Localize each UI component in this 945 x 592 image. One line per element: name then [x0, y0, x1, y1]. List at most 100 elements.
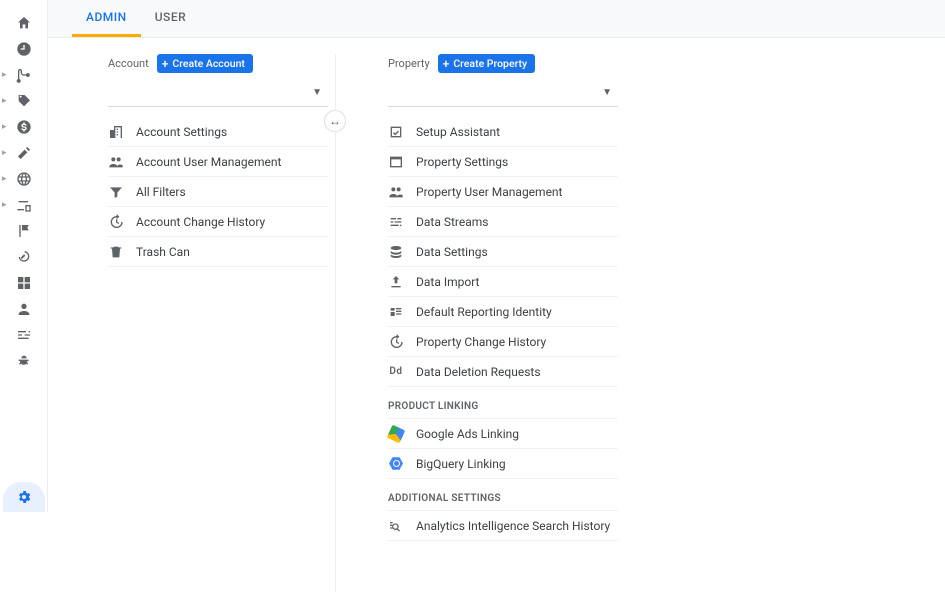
filter-icon	[108, 184, 124, 200]
devices-icon	[16, 197, 32, 213]
property-users-item[interactable]: Property User Management	[388, 177, 618, 207]
data-streams-item[interactable]: Data Streams	[388, 207, 618, 237]
search-history-icon	[388, 518, 404, 534]
item-label: Account Change History	[136, 215, 265, 229]
reporting-identity-item[interactable]: Default Reporting Identity	[388, 297, 618, 327]
item-label: Account User Management	[136, 155, 281, 169]
account-settings-item[interactable]: Account Settings	[108, 117, 328, 147]
bigquery-icon	[388, 456, 404, 472]
property-selector[interactable]: ▼	[388, 79, 618, 107]
data-settings-item[interactable]: Data Settings	[388, 237, 618, 267]
product-linking-menu: Google Ads Linking BigQuery Linking	[388, 419, 618, 479]
nav-conversions[interactable]	[0, 244, 47, 270]
item-label: Property User Management	[416, 185, 562, 199]
nav-engagement[interactable]: ▸	[0, 140, 47, 166]
item-label: All Filters	[136, 185, 186, 199]
dollar-icon	[16, 119, 32, 135]
create-account-label: Create Account	[172, 57, 245, 70]
google-ads-icon	[388, 426, 404, 442]
check-icon	[388, 124, 404, 140]
target-icon	[16, 249, 32, 265]
nav-custom[interactable]	[0, 322, 47, 348]
nav-lifecycle[interactable]: ▸	[0, 62, 47, 88]
tab-admin[interactable]: ADMIN	[72, 0, 141, 37]
nav-tag[interactable]: ▸	[0, 88, 47, 114]
all-filters-item[interactable]: All Filters	[108, 177, 328, 207]
bug-icon	[16, 353, 32, 369]
property-label: Property	[388, 57, 430, 70]
item-label: Trash Can	[136, 245, 190, 259]
flag-icon	[16, 223, 32, 239]
home-icon	[16, 15, 32, 31]
branch-icon	[16, 67, 32, 83]
chevron-icon: ▸	[2, 122, 7, 132]
account-label: Account	[108, 57, 149, 70]
setup-assistant-item[interactable]: Setup Assistant	[388, 117, 618, 147]
people-icon	[388, 184, 404, 200]
admin-tabbar: ADMIN USER	[48, 0, 945, 38]
item-label: Default Reporting Identity	[416, 305, 552, 319]
wand-icon	[16, 145, 32, 161]
property-column-header: Property + Create Property	[388, 54, 618, 73]
chevron-icon: ▸	[2, 70, 7, 80]
chevron-icon: ▸	[2, 96, 7, 106]
history-icon	[388, 334, 404, 350]
plus-icon: +	[443, 58, 450, 70]
chevron-down-icon: ▼	[312, 87, 322, 98]
product-linking-header: PRODUCT LINKING	[388, 387, 618, 419]
data-import-item[interactable]: Data Import	[388, 267, 618, 297]
trash-can-item[interactable]: Trash Can	[108, 237, 328, 267]
account-column: Account + Create Account ▼ Account Setti…	[48, 54, 338, 512]
streams-icon	[388, 214, 404, 230]
nav-audiences[interactable]	[0, 296, 47, 322]
account-column-header: Account + Create Account	[108, 54, 328, 73]
item-label: Property Change History	[416, 335, 546, 349]
item-label: Analytics Intelligence Search History	[416, 519, 610, 533]
nav-monetization[interactable]: ▸	[0, 114, 47, 140]
item-label: Setup Assistant	[416, 125, 500, 139]
item-label: Data Streams	[416, 215, 488, 229]
gear-icon	[16, 489, 32, 505]
nav-home[interactable]	[0, 10, 47, 36]
column-divider	[335, 54, 336, 592]
account-selector[interactable]: ▼	[108, 79, 328, 107]
bigquery-linking-item[interactable]: BigQuery Linking	[388, 449, 618, 479]
item-label: Data Import	[416, 275, 480, 289]
nav-events[interactable]	[0, 218, 47, 244]
identity-icon	[388, 304, 404, 320]
trash-icon	[108, 244, 124, 260]
grid-icon	[16, 275, 32, 291]
google-ads-linking-item[interactable]: Google Ads Linking	[388, 419, 618, 449]
property-settings-item[interactable]: Property Settings	[388, 147, 618, 177]
audience-icon	[16, 301, 32, 317]
chevron-down-icon: ▼	[602, 87, 612, 98]
globe-icon	[16, 171, 32, 187]
collapse-handle[interactable]: ↔	[324, 110, 346, 132]
chevron-icon: ▸	[2, 148, 7, 158]
nav-admin-gear[interactable]	[3, 482, 45, 512]
item-label: Data Settings	[416, 245, 488, 259]
chevron-icon: ▸	[2, 174, 7, 184]
analytics-intel-history-item[interactable]: Analytics Intelligence Search History	[388, 511, 618, 541]
nav-tech[interactable]: ▸	[0, 192, 47, 218]
account-users-item[interactable]: Account User Management	[108, 147, 328, 177]
nav-realtime[interactable]	[0, 36, 47, 62]
account-history-item[interactable]: Account Change History	[108, 207, 328, 237]
additional-settings-menu: Analytics Intelligence Search History	[388, 511, 618, 541]
create-account-button[interactable]: + Create Account	[157, 54, 253, 73]
nav-demographics[interactable]: ▸	[0, 166, 47, 192]
left-nav-rail: ▸ ▸ ▸ ▸ ▸ ▸	[0, 0, 48, 512]
item-label: BigQuery Linking	[416, 457, 506, 471]
create-property-label: Create Property	[453, 57, 527, 70]
item-label: Google Ads Linking	[416, 427, 519, 441]
history-icon	[108, 214, 124, 230]
window-icon	[388, 154, 404, 170]
property-history-item[interactable]: Property Change History	[388, 327, 618, 357]
create-property-button[interactable]: + Create Property	[438, 54, 536, 73]
nav-debug[interactable]	[0, 348, 47, 374]
nav-explore[interactable]	[0, 270, 47, 296]
data-deletion-item[interactable]: Dd Data Deletion Requests	[388, 357, 618, 387]
additional-settings-header: ADDITIONAL SETTINGS	[388, 479, 618, 511]
chevron-icon: ▸	[2, 200, 7, 210]
tab-user[interactable]: USER	[141, 0, 200, 37]
